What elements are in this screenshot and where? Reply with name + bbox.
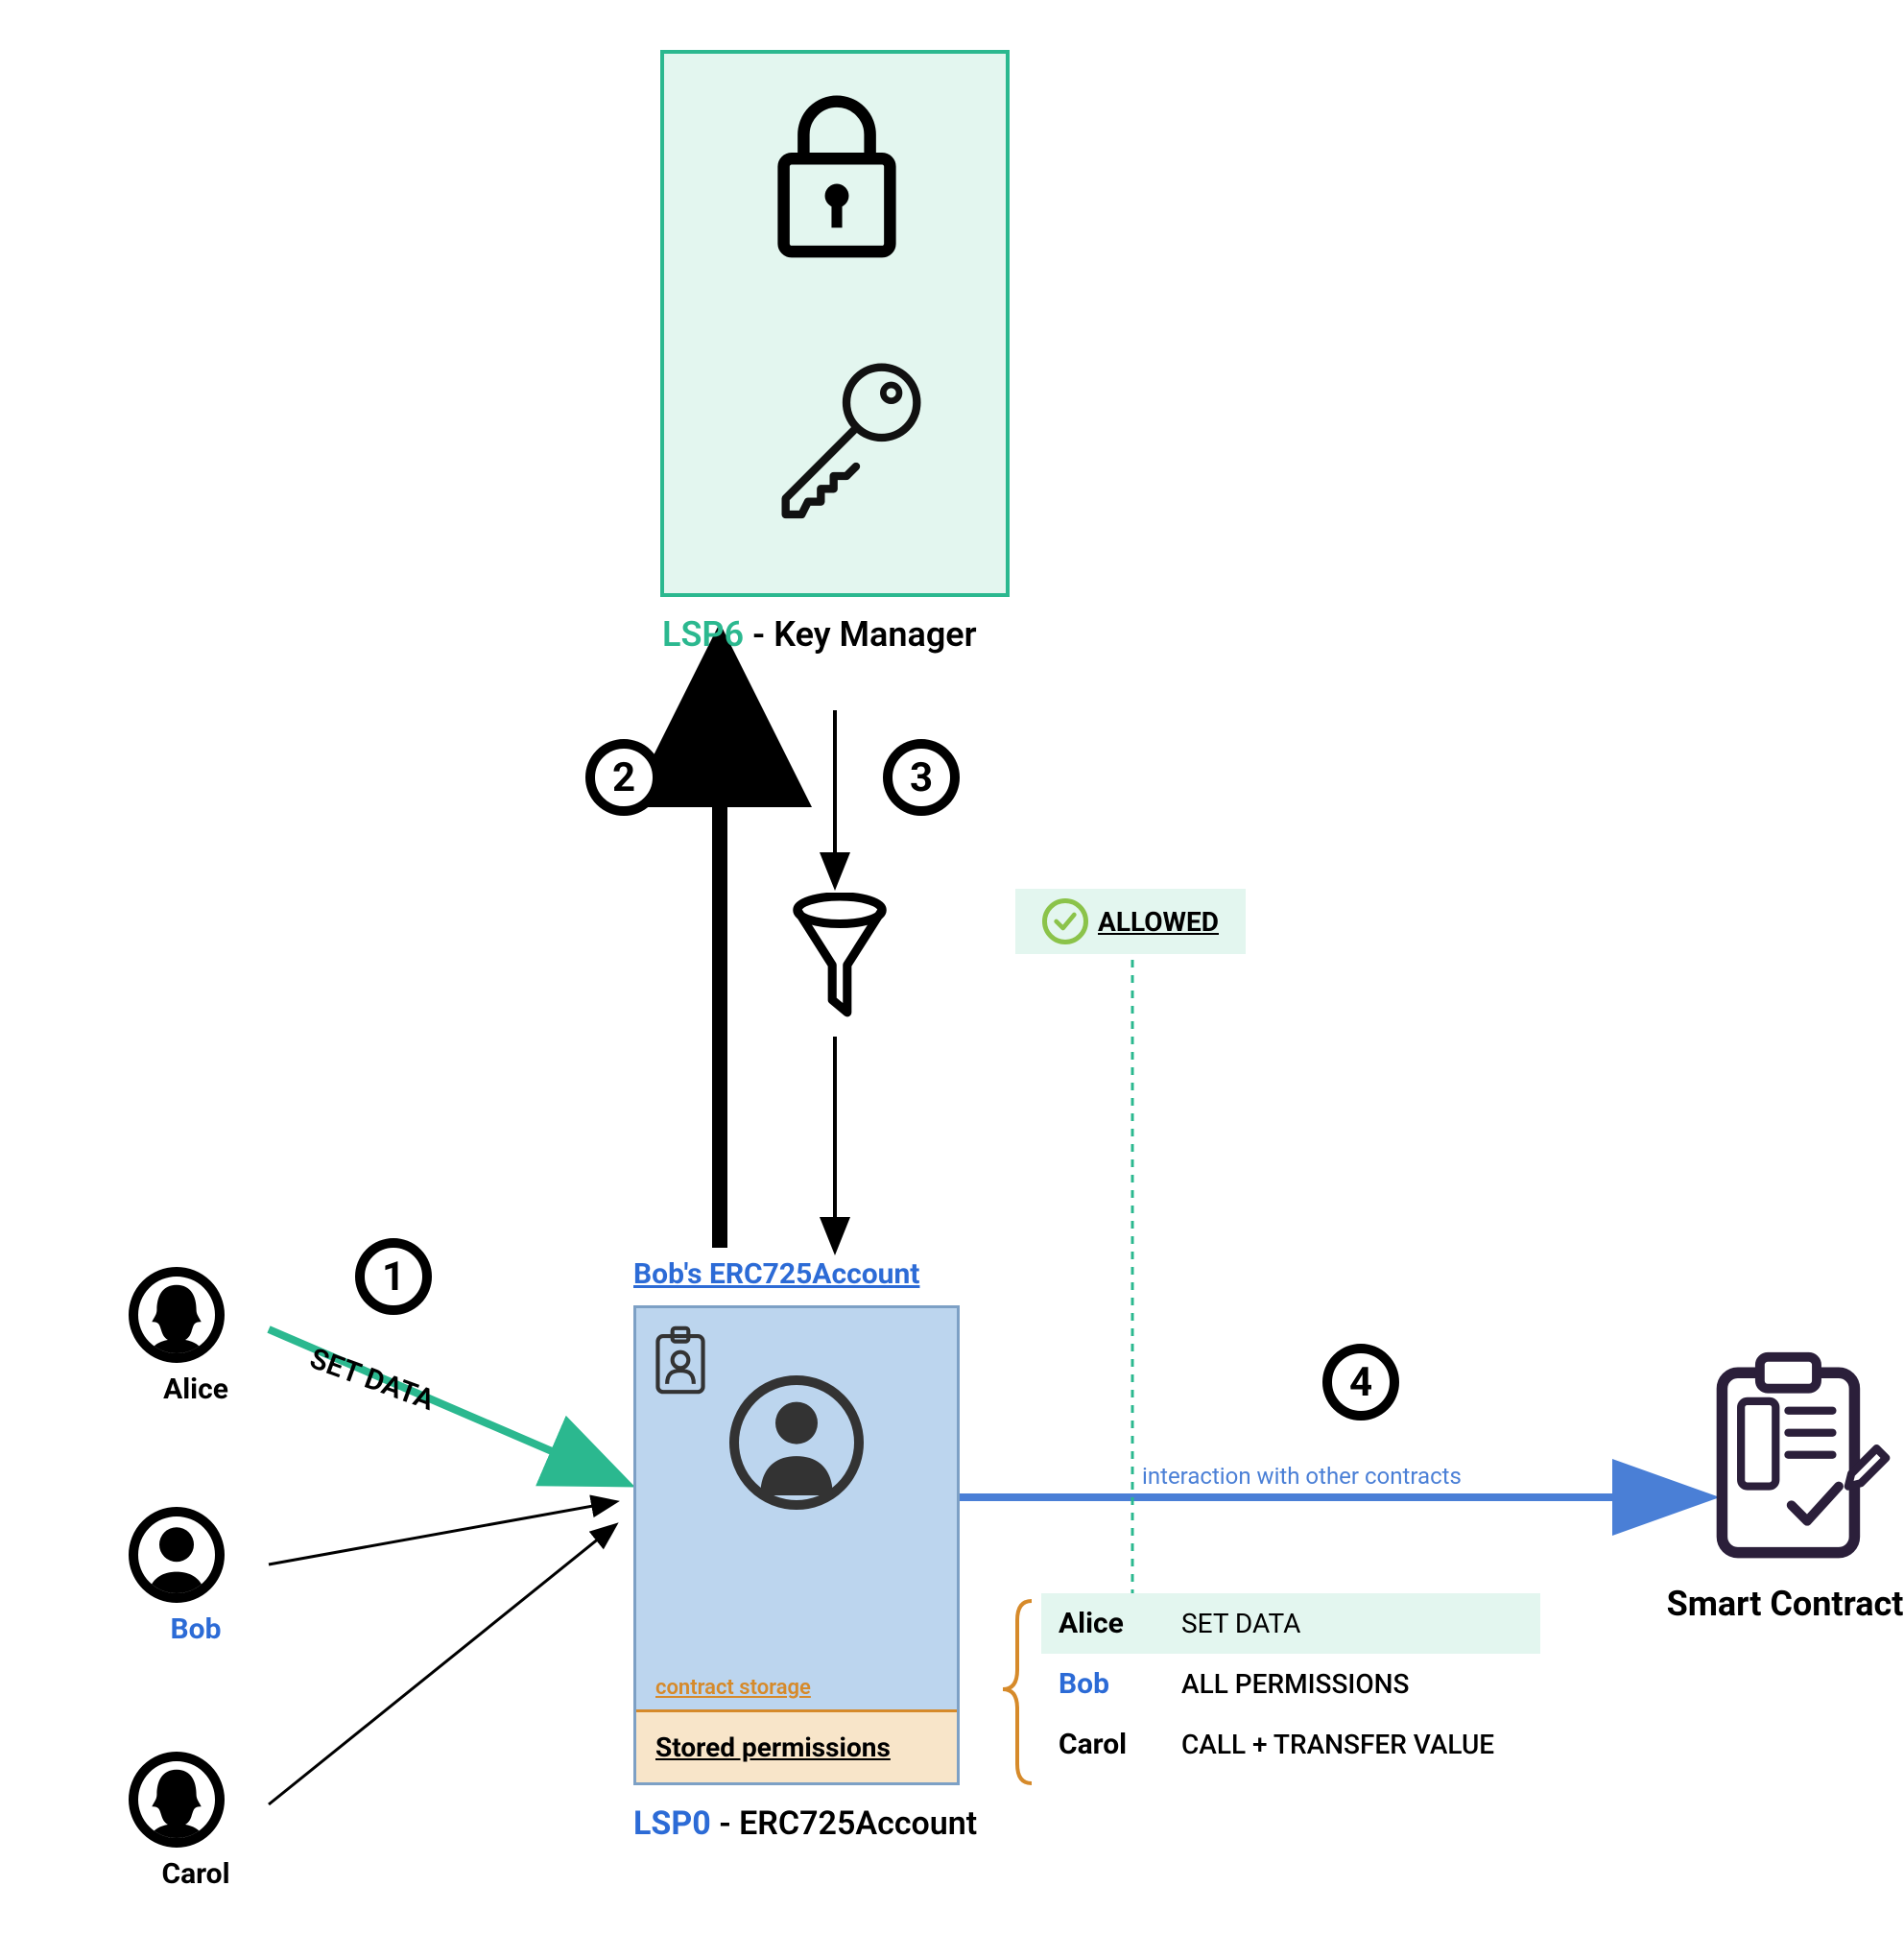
user-carol: Carol bbox=[129, 1752, 263, 1891]
permission-row-alice: Alice SET DATA bbox=[1041, 1593, 1540, 1654]
perm-value: CALL + TRANSFER VALUE bbox=[1181, 1729, 1494, 1760]
id-badge-icon bbox=[654, 1325, 707, 1395]
avatar-icon bbox=[129, 1507, 225, 1603]
user-carol-label: Carol bbox=[129, 1857, 263, 1891]
key-icon bbox=[750, 342, 942, 534]
check-icon bbox=[1042, 898, 1088, 944]
user-alice: Alice bbox=[129, 1267, 263, 1406]
key-manager-lsp: LSP6 bbox=[662, 614, 744, 655]
interaction-label: interaction with other contracts bbox=[1142, 1463, 1462, 1490]
diagram-canvas: LSP6 - Key Manager 2 3 1 4 ALLOWED Alice… bbox=[0, 0, 1904, 1934]
account-avatar-icon bbox=[729, 1375, 864, 1510]
user-alice-label: Alice bbox=[129, 1373, 263, 1406]
funnel-icon bbox=[787, 893, 892, 1017]
permissions-table: Alice SET DATA Bob ALL PERMISSIONS Carol… bbox=[1041, 1593, 1540, 1775]
allowed-label: ALLOWED bbox=[1098, 906, 1219, 938]
perm-value: SET DATA bbox=[1181, 1608, 1300, 1639]
avatar-icon bbox=[129, 1267, 225, 1363]
account-link[interactable]: Bob's ERC725Account bbox=[633, 1257, 919, 1291]
permission-row-carol: Carol CALL + TRANSFER VALUE bbox=[1041, 1714, 1540, 1775]
step-1-badge: 1 bbox=[355, 1238, 432, 1315]
lsp0-title: - ERC725Account bbox=[711, 1804, 977, 1843]
step-4-badge: 4 bbox=[1322, 1344, 1399, 1421]
step-2-badge: 2 bbox=[585, 739, 662, 816]
allowed-box: ALLOWED bbox=[1015, 889, 1246, 954]
smart-contract-label: Smart Contract bbox=[1660, 1584, 1904, 1624]
key-manager-box bbox=[660, 50, 1010, 597]
user-bob: Bob bbox=[129, 1507, 263, 1646]
avatar-icon bbox=[129, 1752, 225, 1848]
perm-name: Alice bbox=[1059, 1607, 1154, 1640]
account-card: contract storage Stored permissions bbox=[633, 1305, 960, 1785]
clipboard-contract-icon bbox=[1699, 1348, 1891, 1568]
perm-name: Bob bbox=[1059, 1667, 1154, 1701]
perm-name: Carol bbox=[1059, 1728, 1154, 1761]
stored-permissions-label: Stored permissions bbox=[636, 1709, 957, 1782]
lock-icon bbox=[770, 92, 904, 265]
key-manager-label: LSP6 - Key Manager bbox=[662, 614, 977, 655]
step-3-badge: 3 bbox=[883, 739, 960, 816]
contract-storage-label: contract storage bbox=[636, 1676, 957, 1709]
permission-row-bob: Bob ALL PERMISSIONS bbox=[1041, 1654, 1540, 1714]
perm-value: ALL PERMISSIONS bbox=[1181, 1668, 1409, 1700]
set-data-label: SET DATA bbox=[305, 1342, 439, 1418]
key-manager-title: - Key Manager bbox=[744, 614, 977, 655]
lsp0-prefix: LSP0 bbox=[633, 1804, 711, 1843]
user-bob-label: Bob bbox=[129, 1612, 263, 1646]
account-lsp0-label: LSP0 - ERC725Account bbox=[633, 1804, 977, 1843]
